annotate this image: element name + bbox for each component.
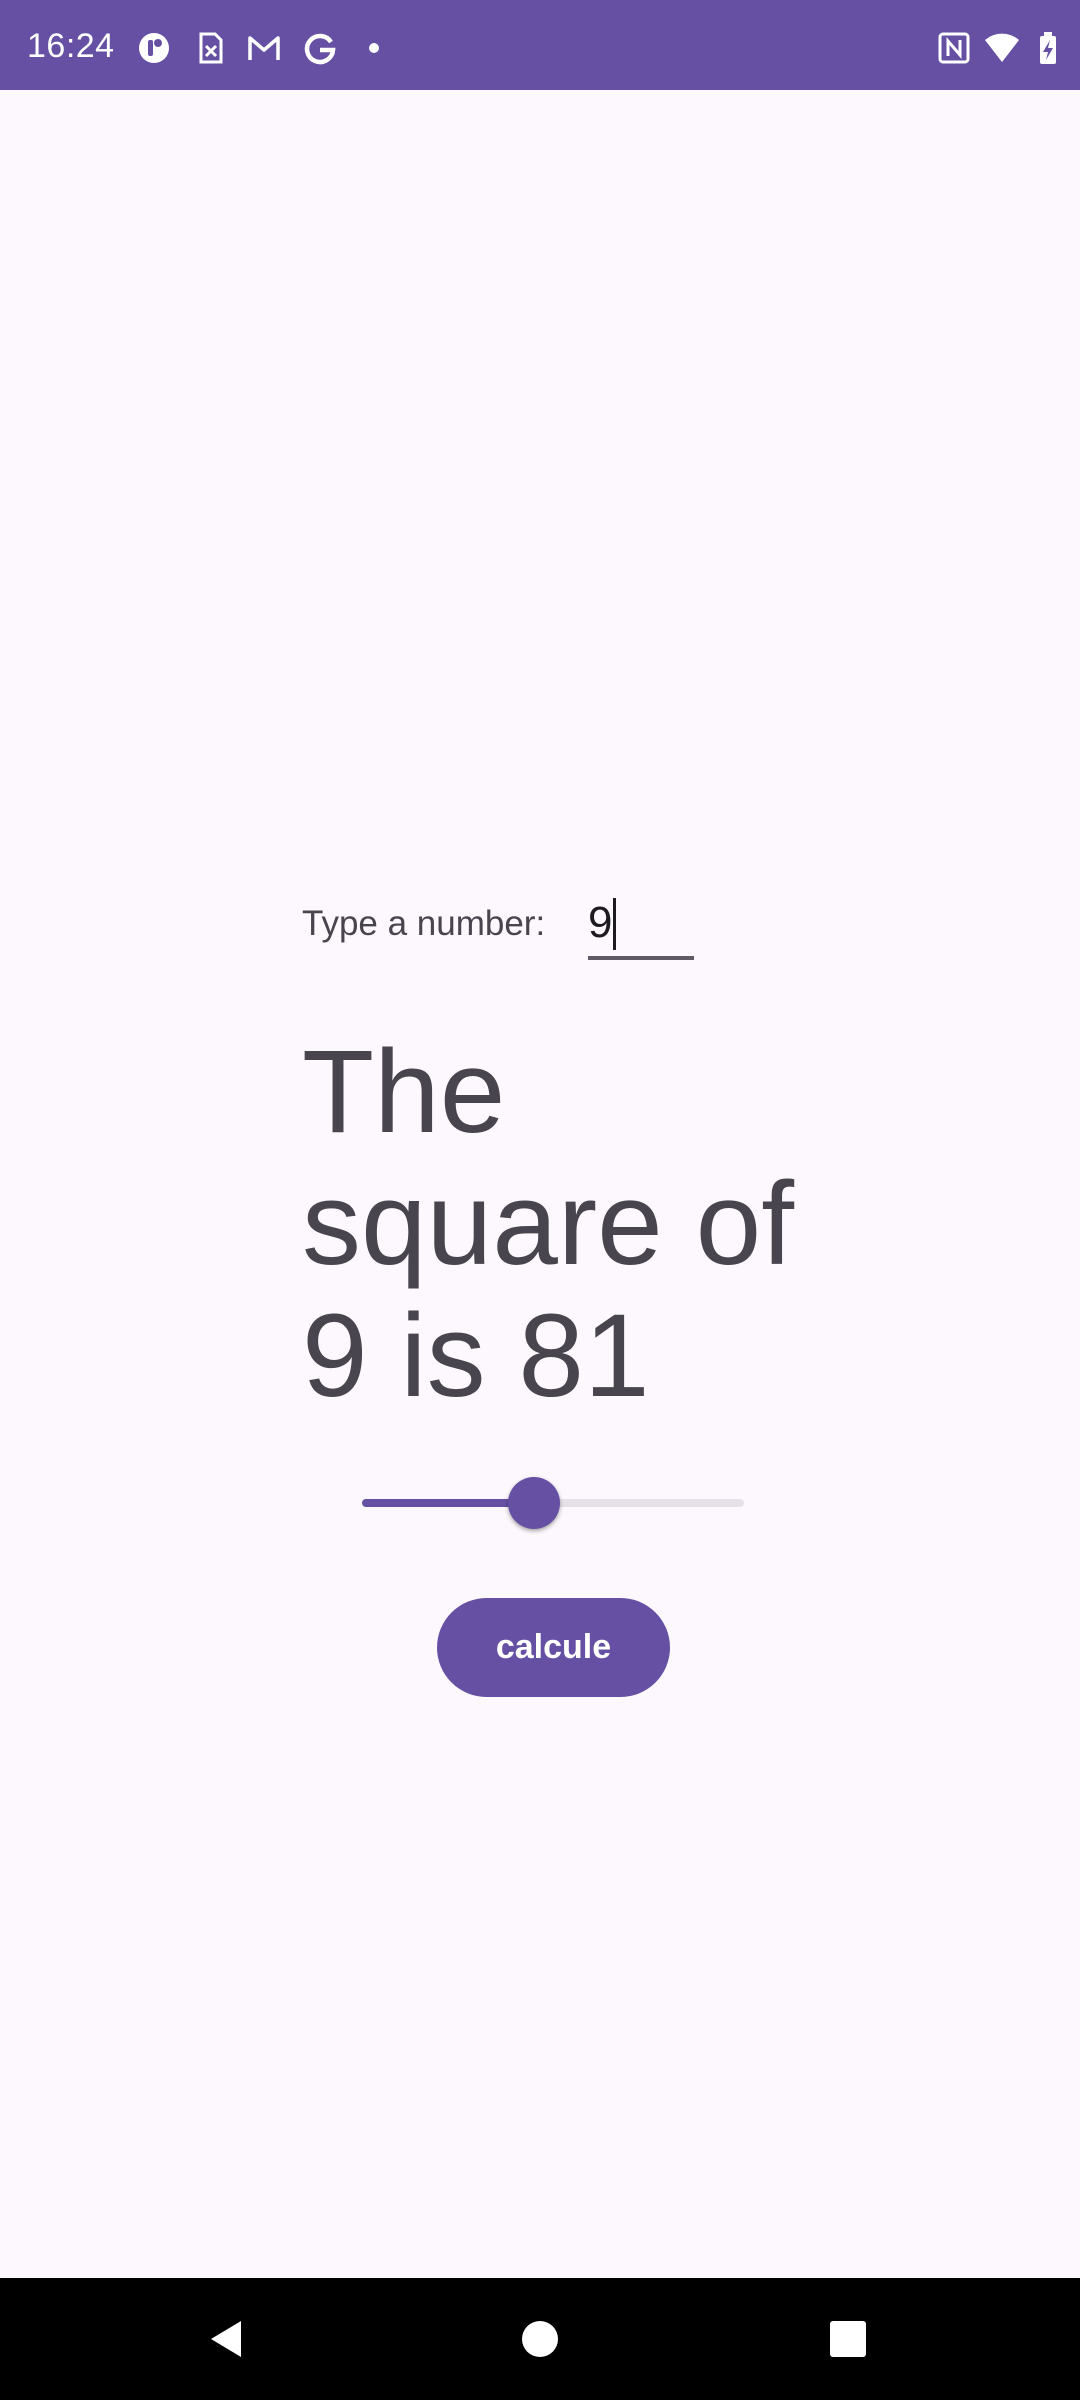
status-time: 16:24 bbox=[27, 27, 115, 65]
back-button[interactable] bbox=[192, 2304, 262, 2374]
number-prompt-label: Type a number: bbox=[302, 904, 546, 943]
google-icon bbox=[304, 33, 336, 65]
text-cursor bbox=[613, 898, 616, 950]
input-underline bbox=[588, 956, 694, 960]
recents-button[interactable] bbox=[813, 2304, 883, 2374]
battery-charging-icon bbox=[1040, 32, 1056, 64]
main-content: Type a number: 9 The square of 9 is 81 c… bbox=[0, 90, 1080, 2278]
home-icon bbox=[522, 2321, 558, 2357]
home-button[interactable] bbox=[505, 2304, 575, 2374]
number-input[interactable]: 9 bbox=[588, 888, 694, 960]
slider-thumb[interactable] bbox=[508, 1477, 560, 1529]
square-result-text: The square of 9 is 81 bbox=[302, 1026, 794, 1422]
app-ring-icon bbox=[139, 33, 169, 63]
navigation-bar bbox=[0, 2278, 1080, 2400]
gmail-icon bbox=[248, 36, 280, 60]
calculate-button[interactable]: calcule bbox=[437, 1598, 670, 1697]
recents-icon bbox=[830, 2321, 866, 2357]
number-input-value[interactable]: 9 bbox=[588, 896, 612, 950]
sim-card-x-icon bbox=[199, 32, 223, 64]
status-bar: 16:24 bbox=[0, 0, 1080, 90]
nfc-icon bbox=[938, 32, 970, 64]
value-slider[interactable] bbox=[362, 1473, 744, 1533]
notification-dot-icon bbox=[369, 43, 379, 53]
wifi-icon bbox=[985, 33, 1019, 62]
back-icon bbox=[211, 2321, 241, 2357]
